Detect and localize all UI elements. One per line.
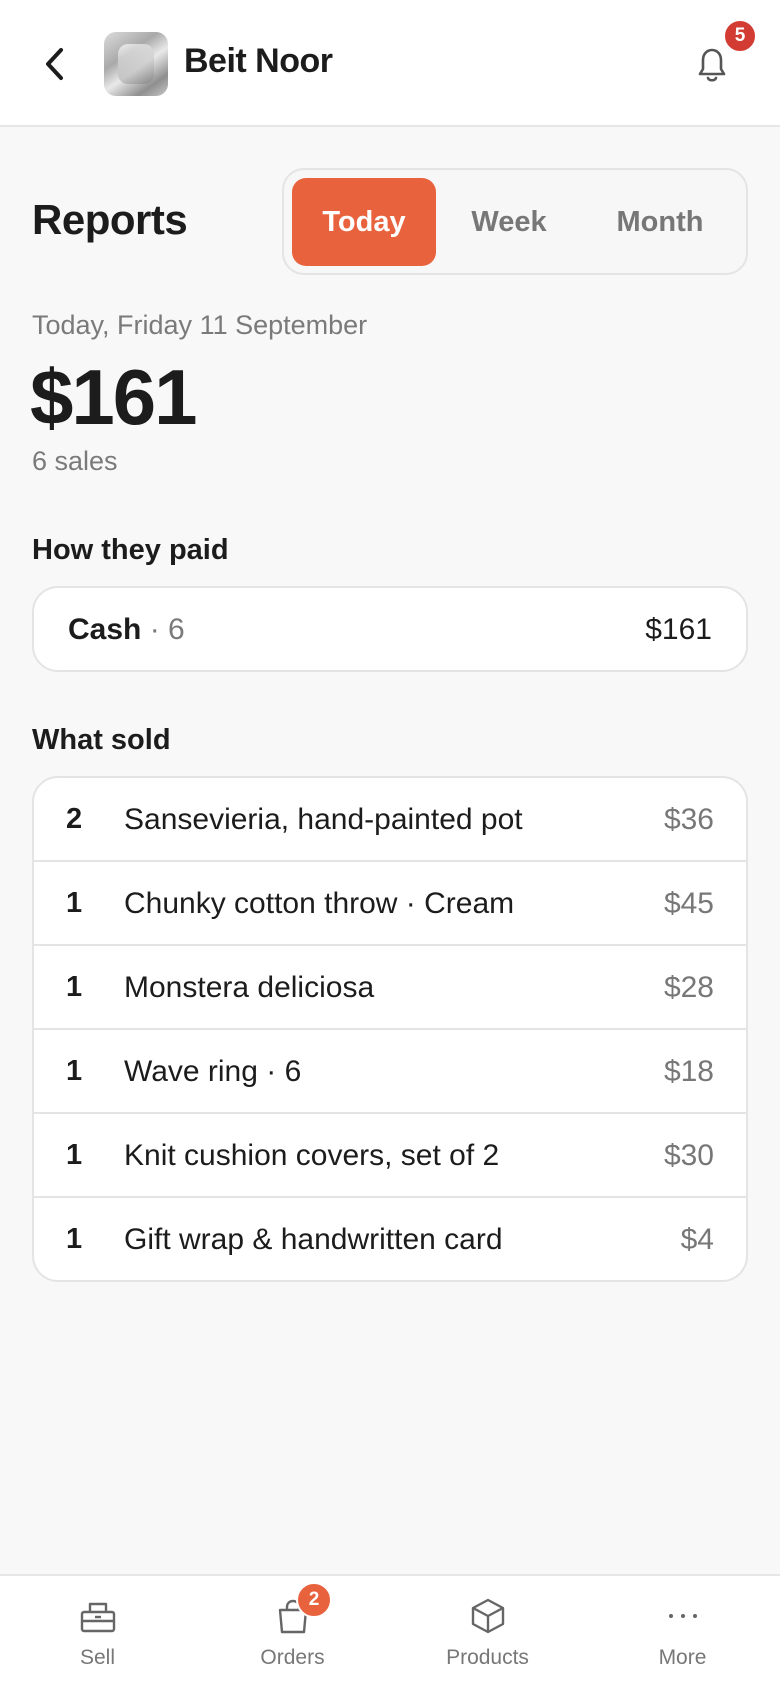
page-title: Reports <box>32 196 188 243</box>
payment-row: Cash · 6 $161 <box>32 586 748 672</box>
item-quantity: 1 <box>66 1055 83 1087</box>
back-button[interactable] <box>36 44 76 84</box>
payment-method-label: Cash <box>68 613 142 646</box>
app-root: Beit Noor 5 Reports Today Week Month Tod… <box>0 0 780 1688</box>
orders-count-badge: 2 <box>296 1582 332 1618</box>
item-price: $18 <box>663 1055 714 1088</box>
list-item: 1 Chunky cotton throw · Cream $45 <box>34 862 746 946</box>
payment-amount: $161 <box>645 613 712 646</box>
store-name: Beit Noor <box>184 42 333 80</box>
period-selector: Today Week Month <box>282 168 748 275</box>
notification-count-badge: 5 <box>723 19 757 53</box>
nav-sell[interactable]: Sell <box>0 1576 195 1688</box>
list-item: 1 Gift wrap & handwritten card $4 <box>34 1198 746 1280</box>
nav-more-label: More <box>658 1646 707 1669</box>
tab-month[interactable]: Month <box>582 178 738 266</box>
item-price: $30 <box>663 1139 714 1172</box>
list-item: 1 Monstera deliciosa $28 <box>34 946 746 1030</box>
item-quantity: 1 <box>66 1223 83 1255</box>
report-date: Today, Friday 11 September <box>32 310 368 340</box>
item-quantity: 2 <box>66 803 83 835</box>
payment-count: 6 <box>168 613 185 646</box>
item-price: $36 <box>663 803 714 836</box>
nav-products-label: Products <box>446 1646 529 1669</box>
item-name: Monstera deliciosa <box>124 971 375 1004</box>
nav-sell-label: Sell <box>79 1646 116 1669</box>
sales-count: 6 sales <box>32 446 118 476</box>
nav-orders[interactable]: Orders <box>195 1576 390 1688</box>
chevron-left-icon <box>46 48 63 80</box>
list-item: 1 Wave ring · 6 $18 <box>34 1030 746 1114</box>
box-icon <box>471 1598 505 1634</box>
item-name: Chunky cotton throw · Cream <box>124 887 515 920</box>
nav-products[interactable]: Products <box>390 1576 585 1688</box>
tab-week[interactable]: Week <box>436 178 582 266</box>
item-name: Sansevieria, hand-painted pot <box>124 803 523 836</box>
nav-orders-label: Orders <box>260 1646 325 1669</box>
item-price: $4 <box>680 1223 714 1256</box>
item-price: $45 <box>663 887 714 920</box>
nav-more[interactable]: More <box>585 1576 780 1688</box>
item-quantity: 1 <box>66 887 83 919</box>
payment-separator: · <box>149 613 160 646</box>
sold-section-title: What sold <box>32 724 171 756</box>
payments-section-title: How they paid <box>32 534 229 566</box>
item-name: Gift wrap & handwritten card <box>124 1223 503 1256</box>
tab-today[interactable]: Today <box>292 178 436 266</box>
top-header: Beit Noor 5 <box>0 0 780 127</box>
store-avatar <box>104 32 168 96</box>
list-item: 1 Knit cushion covers, set of 2 $30 <box>34 1114 746 1198</box>
payment-method: Cash · 6 <box>68 613 185 647</box>
sold-items-list: 2 Sansevieria, hand-painted pot $36 1 Ch… <box>32 776 748 1282</box>
item-price: $28 <box>663 971 714 1004</box>
item-quantity: 1 <box>66 1139 83 1171</box>
bottom-nav: Sell Orders Products More <box>0 1574 780 1688</box>
more-icon <box>669 1614 697 1618</box>
item-quantity: 1 <box>66 971 83 1003</box>
item-name: Wave ring · 6 <box>124 1055 302 1088</box>
report-total: $161 <box>30 353 198 441</box>
list-item: 2 Sansevieria, hand-painted pot $36 <box>34 778 746 862</box>
item-name: Knit cushion covers, set of 2 <box>124 1139 500 1172</box>
register-icon <box>80 1602 116 1633</box>
